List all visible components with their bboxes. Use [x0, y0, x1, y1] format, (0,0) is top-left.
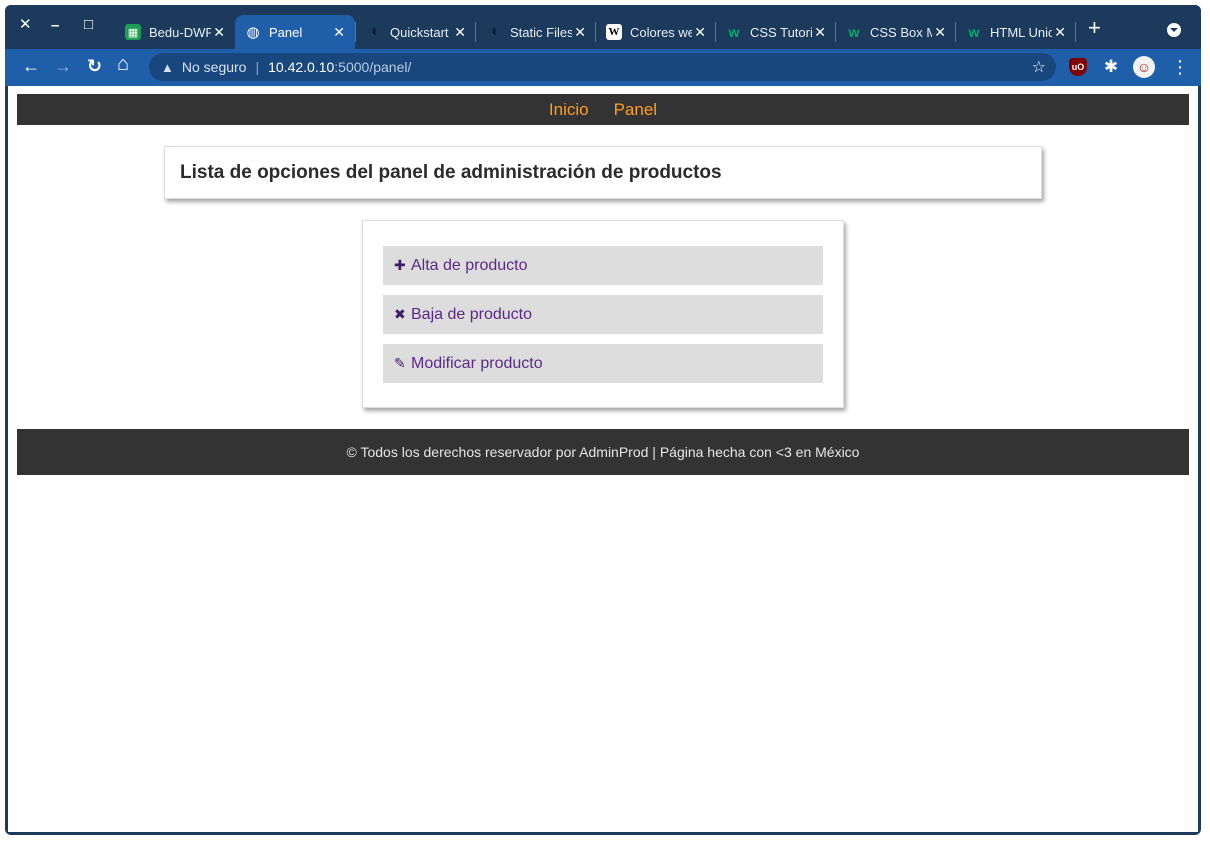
delete-product-option[interactable]: ✖ Baja de producto — [383, 295, 823, 334]
browser-tab[interactable]: ◖ Static Files ✕ — [476, 15, 596, 49]
flask-icon: ◖ — [489, 23, 499, 40]
site-navbar: Inicio Panel — [17, 94, 1189, 125]
panel-header-card: Lista de opciones del panel de administr… — [164, 146, 1042, 199]
tab-close-icon[interactable]: ✕ — [333, 24, 345, 41]
tab-separator — [1075, 22, 1076, 42]
tab-close-icon[interactable]: ✕ — [574, 24, 586, 41]
tab-search-icon[interactable] — [1167, 23, 1181, 37]
browser-tab[interactable]: ◍ Panel ✕ — [235, 15, 355, 49]
tab-separator — [715, 22, 716, 42]
browser-toolbar: ← → ↻ ⌂ ▲ No seguro | 10.42.0.10:5000/pa… — [5, 49, 1201, 86]
site-footer: © Todos los derechos reservador por Admi… — [17, 429, 1189, 475]
globe-icon: ◍ — [246, 24, 260, 41]
bookmark-star-icon[interactable]: ☆ — [1032, 57, 1046, 77]
option-label: Alta de producto — [411, 256, 528, 274]
google-sheets-icon: ▦ — [125, 24, 141, 40]
forward-button[interactable]: → — [54, 56, 72, 76]
browser-tab[interactable]: w HTML Unicode✕ — [956, 15, 1076, 49]
tab-separator — [355, 22, 356, 42]
profile-avatar[interactable]: ☺ — [1133, 56, 1155, 78]
tab-close-icon[interactable]: ✕ — [934, 24, 946, 41]
wikipedia-icon: W — [606, 24, 622, 40]
tab-separator — [955, 22, 956, 42]
tab-close-icon[interactable]: ✕ — [454, 24, 466, 41]
browser-tab[interactable]: ▦ Bedu-DWFS✕ — [115, 15, 235, 49]
window-minimize-icon[interactable]: – — [51, 18, 59, 34]
w3schools-icon: w — [728, 24, 740, 40]
ublock-origin-icon[interactable]: uO — [1069, 58, 1087, 76]
x-mark-icon: ✖ — [394, 306, 406, 322]
home-button[interactable]: ⌂ — [117, 54, 129, 74]
not-secure-warning-icon[interactable]: ▲ — [161, 60, 174, 75]
tab-strip: ✕ – □ ▦Bedu-DWFS✕◍Panel✕◖Quickstart✕◖Sta… — [5, 5, 1201, 49]
add-product-option[interactable]: ✚ Alta de producto — [383, 246, 823, 285]
edit-product-option[interactable]: ✎ Modificar producto — [383, 344, 823, 383]
page-viewport: Inicio Panel Lista de opciones del panel… — [8, 86, 1198, 832]
page-title: Lista de opciones del panel de administr… — [180, 161, 722, 183]
tab-close-icon[interactable]: ✕ — [213, 24, 225, 41]
tab-separator — [475, 22, 476, 42]
tab-close-icon[interactable]: ✕ — [1054, 24, 1066, 41]
tab-separator — [595, 22, 596, 42]
security-status-text: No seguro — [181, 59, 247, 75]
pencil-icon: ✎ — [394, 355, 406, 371]
browser-tab[interactable]: w CSS Box Model✕ — [836, 15, 956, 49]
browser-window: ✕ – □ ▦Bedu-DWFS✕◍Panel✕◖Quickstart✕◖Sta… — [5, 5, 1201, 835]
tab-close-icon[interactable]: ✕ — [694, 24, 706, 41]
browser-menu-icon[interactable]: ⋮ — [1171, 57, 1189, 77]
window-maximize-icon[interactable]: □ — [84, 17, 93, 33]
omnibox-separator: | — [255, 59, 260, 75]
w3schools-icon: w — [968, 24, 980, 40]
tab-title: CSS Tutorial — [750, 24, 812, 40]
window-close-icon[interactable]: ✕ — [19, 17, 32, 33]
option-label: Modificar producto — [411, 354, 543, 372]
flask-icon: ◖ — [369, 23, 379, 40]
tab-title: HTML Unicode — [990, 24, 1052, 40]
browser-tab[interactable]: w CSS Tutorial✕ — [716, 15, 836, 49]
tab-title: Bedu-DWFS — [149, 24, 211, 40]
nav-link-inicio[interactable]: Inicio — [549, 100, 589, 120]
browser-tab[interactable]: W Colores web✕ — [596, 15, 716, 49]
address-bar[interactable]: ▲ No seguro | 10.42.0.10:5000/panel/ ☆ — [149, 53, 1056, 81]
options-card: ✚ Alta de producto ✖ Baja de producto ✎ … — [362, 220, 844, 408]
tab-title: Panel — [269, 24, 303, 40]
tab-title: Colores web — [630, 24, 692, 40]
extensions-puzzle-icon[interactable]: ✱ — [1102, 57, 1120, 76]
footer-text: © Todos los derechos reservador por Admi… — [346, 444, 860, 460]
new-tab-button[interactable]: + — [1088, 17, 1101, 39]
plus-icon: ✚ — [394, 257, 406, 273]
nav-link-panel[interactable]: Panel — [614, 100, 657, 120]
tab-title: Quickstart — [390, 24, 449, 40]
option-label: Baja de producto — [411, 305, 532, 323]
reload-button[interactable]: ↻ — [87, 56, 102, 76]
url-path: :5000/panel/ — [334, 59, 412, 75]
back-button[interactable]: ← — [22, 56, 40, 76]
tab-title: Static Files — [510, 24, 572, 40]
tab-separator — [835, 22, 836, 42]
w3schools-icon: w — [848, 24, 860, 40]
url-host: 10.42.0.10 — [268, 59, 335, 75]
tab-close-icon[interactable]: ✕ — [814, 24, 826, 41]
browser-tab[interactable]: ◖ Quickstart ✕ — [356, 15, 476, 49]
tab-title: CSS Box Model — [870, 24, 932, 40]
